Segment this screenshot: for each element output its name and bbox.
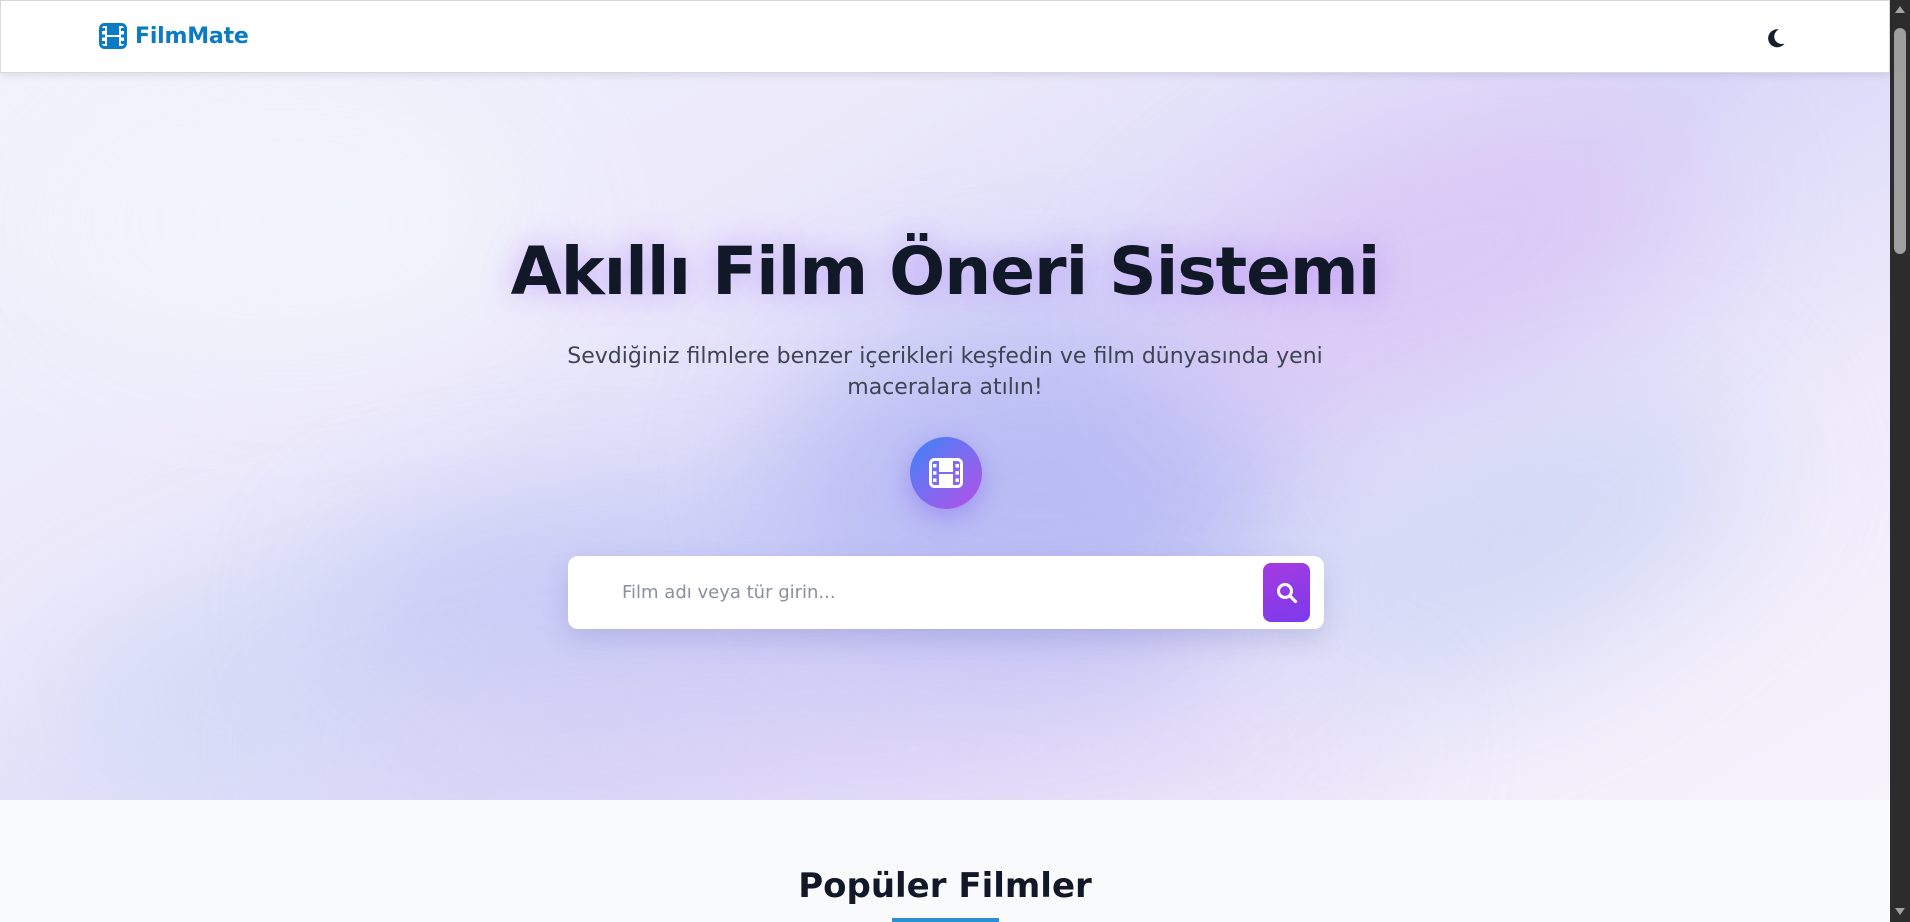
search-input[interactable] (568, 556, 1248, 629)
theme-toggle-button[interactable] (1763, 25, 1789, 51)
film-badge (910, 437, 982, 509)
heading-underline (892, 918, 999, 922)
popular-movies-heading: Popüler Filmler (798, 866, 1092, 906)
page-scrollbar[interactable] (1890, 0, 1910, 922)
brand-name: FilmMate (135, 23, 249, 49)
film-icon (99, 23, 127, 49)
search-box (568, 556, 1324, 629)
scrollbar-thumb[interactable] (1894, 28, 1906, 254)
hero-title: Akıllı Film Öneri Sistemi (510, 233, 1381, 310)
search-button[interactable] (1263, 563, 1310, 622)
scroll-up-arrow-icon[interactable] (1895, 6, 1905, 13)
page: FilmMate Akıllı Film Öneri Sistemi Sevdi… (0, 0, 1910, 922)
film-icon (929, 458, 963, 488)
hero-background-glow (300, 693, 1400, 800)
search-icon (1276, 582, 1297, 603)
top-navbar: FilmMate (0, 0, 1890, 73)
hero-subtitle: Sevdiğiniz filmlere benzer içerikleri ke… (567, 344, 1323, 400)
brand-logo-link[interactable]: FilmMate (99, 23, 249, 49)
hero-section: Akıllı Film Öneri Sistemi Sevdiğiniz fil… (0, 73, 1890, 800)
moon-icon (1768, 29, 1785, 48)
scroll-down-arrow-icon[interactable] (1895, 908, 1905, 915)
hero-background-glow (40, 93, 540, 353)
